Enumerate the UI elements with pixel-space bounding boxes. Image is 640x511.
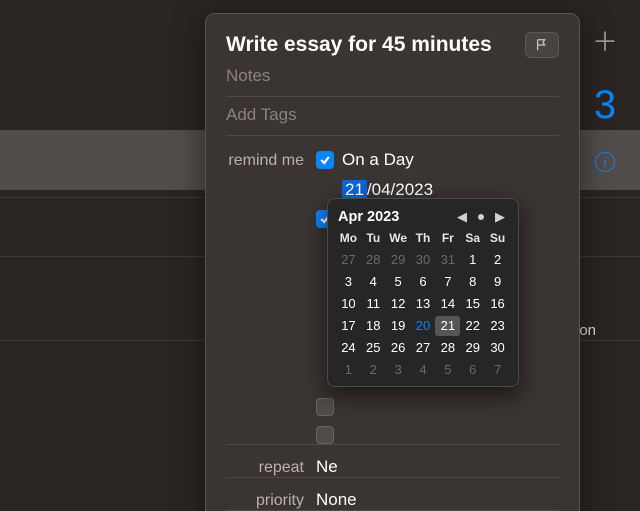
add-icon[interactable]: ＋: [592, 22, 618, 59]
calendar-day[interactable]: 21: [435, 316, 460, 336]
info-icon[interactable]: i: [595, 152, 615, 172]
calendar-day[interactable]: 15: [460, 294, 485, 314]
calendar-day[interactable]: 7: [435, 272, 460, 292]
tags-field[interactable]: Add Tags: [226, 105, 559, 125]
on-a-day-label: On a Day: [342, 150, 414, 170]
flag-icon: [535, 38, 549, 52]
calendar-day[interactable]: 1: [336, 360, 361, 380]
calendar-day[interactable]: 23: [485, 316, 510, 336]
calendar-day[interactable]: 1: [460, 250, 485, 270]
calendar-day[interactable]: 28: [361, 250, 386, 270]
calendar-day[interactable]: 29: [460, 338, 485, 358]
calendar-day[interactable]: 2: [485, 250, 510, 270]
calendar-day[interactable]: 2: [361, 360, 386, 380]
calendar-day[interactable]: 4: [411, 360, 436, 380]
list-count: 3: [594, 83, 616, 128]
date-input[interactable]: 21/04/2023: [316, 180, 559, 200]
extra-checkbox-1[interactable]: [316, 398, 334, 416]
repeat-value[interactable]: Ne: [316, 457, 559, 477]
priority-label: priority: [226, 490, 316, 510]
calendar-grid: MoTuWeThFrSaSu27282930311234567891011121…: [336, 231, 510, 380]
flag-button[interactable]: [525, 32, 559, 58]
calendar-day[interactable]: 22: [460, 316, 485, 336]
calendar-dow: Th: [411, 231, 436, 248]
calendar-day[interactable]: 5: [386, 272, 411, 292]
calendar-dow: We: [386, 231, 411, 248]
calendar-day[interactable]: 18: [361, 316, 386, 336]
calendar-day[interactable]: 26: [386, 338, 411, 358]
on-a-day-checkbox[interactable]: [316, 151, 334, 169]
calendar-prev-button[interactable]: ◀: [454, 210, 470, 224]
remind-me-label: remind me: [226, 150, 316, 170]
calendar-day[interactable]: 27: [411, 338, 436, 358]
calendar-day[interactable]: 24: [336, 338, 361, 358]
calendar-dow: Su: [485, 231, 510, 248]
calendar-day[interactable]: 6: [411, 272, 436, 292]
date-rest: /04/2023: [367, 180, 433, 200]
calendar-day[interactable]: 11: [361, 294, 386, 314]
calendar-dow: Mo: [336, 231, 361, 248]
repeat-label: repeat: [226, 457, 316, 477]
calendar-day[interactable]: 28: [435, 338, 460, 358]
calendar-day[interactable]: 25: [361, 338, 386, 358]
calendar-day[interactable]: 5: [435, 360, 460, 380]
calendar-day[interactable]: 29: [386, 250, 411, 270]
calendar-day[interactable]: 7: [485, 360, 510, 380]
calendar-day[interactable]: 19: [386, 316, 411, 336]
calendar-day[interactable]: 6: [460, 360, 485, 380]
calendar-day[interactable]: 16: [485, 294, 510, 314]
calendar-today-button[interactable]: [473, 210, 489, 224]
calendar-day[interactable]: 30: [485, 338, 510, 358]
date-picker-popover: Apr 2023 ◀ ▶ MoTuWeThFrSaSu2728293031123…: [327, 198, 519, 387]
calendar-dow: Tu: [361, 231, 386, 248]
calendar-day[interactable]: 3: [336, 272, 361, 292]
calendar-dow: Sa: [460, 231, 485, 248]
calendar-day[interactable]: 4: [361, 272, 386, 292]
notes-field[interactable]: Notes: [226, 66, 559, 86]
extra-checkbox-2[interactable]: [316, 426, 334, 444]
calendar-day[interactable]: 12: [386, 294, 411, 314]
calendar-next-button[interactable]: ▶: [492, 210, 508, 224]
calendar-day[interactable]: 27: [336, 250, 361, 270]
calendar-day[interactable]: 17: [336, 316, 361, 336]
check-icon: [319, 154, 331, 166]
calendar-day[interactable]: 20: [411, 316, 436, 336]
priority-value[interactable]: None: [316, 490, 559, 510]
calendar-month-label: Apr 2023: [338, 209, 454, 225]
calendar-day[interactable]: 30: [411, 250, 436, 270]
calendar-day[interactable]: 8: [460, 272, 485, 292]
calendar-day[interactable]: 14: [435, 294, 460, 314]
calendar-day[interactable]: 3: [386, 360, 411, 380]
calendar-day[interactable]: 31: [435, 250, 460, 270]
reminder-title[interactable]: Write essay for 45 minutes: [226, 33, 517, 57]
date-day-selected: 21: [342, 180, 367, 200]
calendar-day[interactable]: 9: [485, 272, 510, 292]
calendar-dow: Fr: [435, 231, 460, 248]
calendar-day[interactable]: 13: [411, 294, 436, 314]
calendar-day[interactable]: 10: [336, 294, 361, 314]
